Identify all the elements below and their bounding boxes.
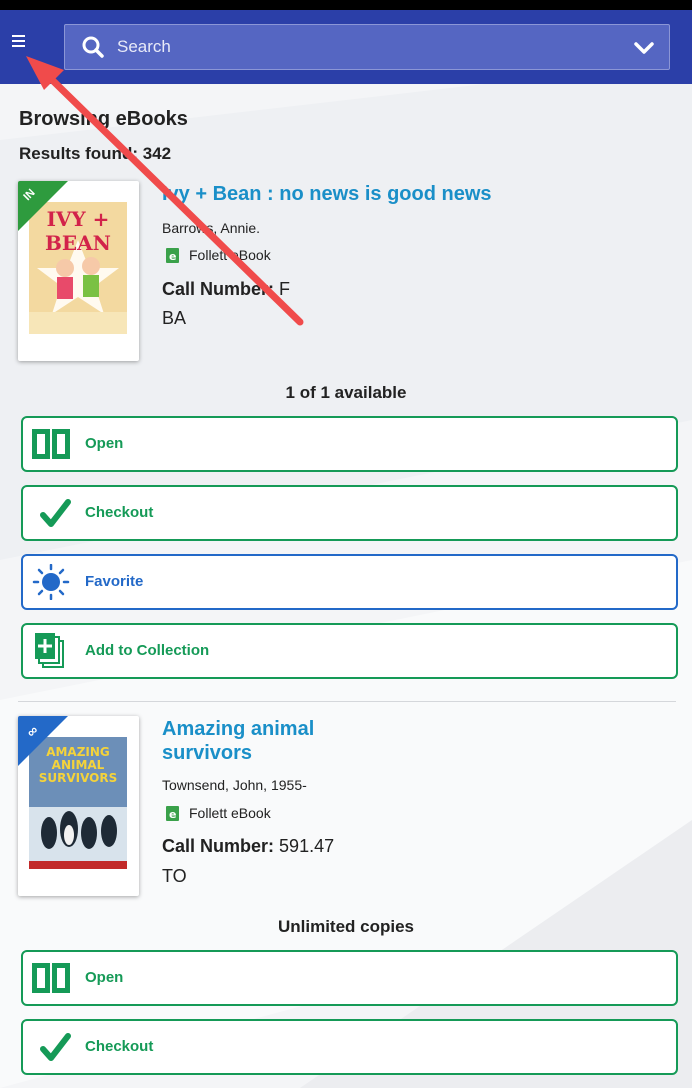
author: Townsend, John, 1955- bbox=[162, 777, 307, 793]
format: e Follett eBook bbox=[166, 805, 271, 821]
book-cover[interactable]: AMAZING ANIMAL SURVIVORS ∞ bbox=[18, 716, 139, 896]
results-content: Browsing eBooks Results found: 342 IVY +… bbox=[0, 84, 692, 1088]
search-icon bbox=[82, 36, 104, 58]
call-number: Call Number: 591.47 bbox=[162, 836, 334, 857]
book-title-link[interactable]: Amazing animal survivors bbox=[162, 717, 362, 765]
open-label: Open bbox=[85, 969, 124, 986]
open-book-icon bbox=[32, 963, 70, 993]
author: Barrows, Annie. bbox=[162, 220, 261, 236]
svg-text:e: e bbox=[169, 250, 176, 263]
search-bar[interactable] bbox=[64, 24, 670, 70]
checkmark-icon bbox=[40, 1033, 71, 1061]
page-title: Browsing eBooks bbox=[19, 108, 188, 130]
sun-icon bbox=[32, 564, 70, 600]
format-label: Follett eBook bbox=[189, 805, 271, 821]
availability-ribbon bbox=[18, 181, 68, 231]
svg-text:e: e bbox=[169, 808, 176, 821]
format-label: Follett eBook bbox=[189, 247, 271, 263]
open-book-icon bbox=[32, 429, 70, 459]
book-title-link[interactable]: Ivy + Bean : no news is good news bbox=[162, 182, 492, 206]
call-number-suffix: BA bbox=[162, 308, 187, 328]
checkmark-icon bbox=[40, 499, 71, 527]
follett-ebook-icon: e bbox=[166, 805, 179, 821]
call-number-label: Call Number: bbox=[162, 836, 275, 856]
menu-icon bbox=[12, 35, 25, 37]
call-number-label: Call Number: bbox=[162, 279, 275, 299]
search-input[interactable] bbox=[117, 37, 597, 57]
format: e Follett eBook bbox=[166, 247, 271, 263]
open-button[interactable]: Open bbox=[21, 950, 678, 1006]
checkout-button[interactable]: Checkout bbox=[21, 1019, 678, 1075]
favorite-button[interactable]: Favorite bbox=[21, 554, 678, 610]
favorite-label: Favorite bbox=[85, 573, 144, 590]
availability-status: 1 of 1 available bbox=[285, 383, 407, 402]
results-count: Results found: 342 bbox=[19, 144, 172, 163]
open-label: Open bbox=[85, 435, 124, 452]
add-to-collection-button[interactable]: Add to Collection bbox=[21, 623, 678, 679]
call-number-value: 591.47 bbox=[279, 836, 335, 856]
app-bar bbox=[0, 10, 692, 84]
call-number-suffix: TO bbox=[162, 866, 187, 886]
add-to-collection-label: Add to Collection bbox=[85, 642, 210, 659]
availability-ribbon bbox=[18, 716, 68, 766]
chevron-down-icon[interactable] bbox=[633, 39, 655, 57]
call-number-value: F bbox=[279, 279, 291, 299]
record-divider bbox=[18, 701, 676, 702]
book-cover[interactable]: IVY + BEAN IN bbox=[18, 181, 139, 361]
availability-status: Unlimited copies bbox=[277, 917, 415, 936]
status-bar bbox=[0, 0, 692, 10]
checkout-label: Checkout bbox=[85, 504, 154, 521]
call-number: Call Number: F bbox=[162, 279, 290, 300]
follett-ebook-icon: e bbox=[166, 247, 179, 263]
add-collection-icon bbox=[35, 633, 64, 668]
checkout-label: Checkout bbox=[85, 1038, 154, 1055]
open-button[interactable]: Open bbox=[21, 416, 678, 472]
checkout-button[interactable]: Checkout bbox=[21, 485, 678, 541]
menu-button[interactable] bbox=[8, 32, 32, 54]
